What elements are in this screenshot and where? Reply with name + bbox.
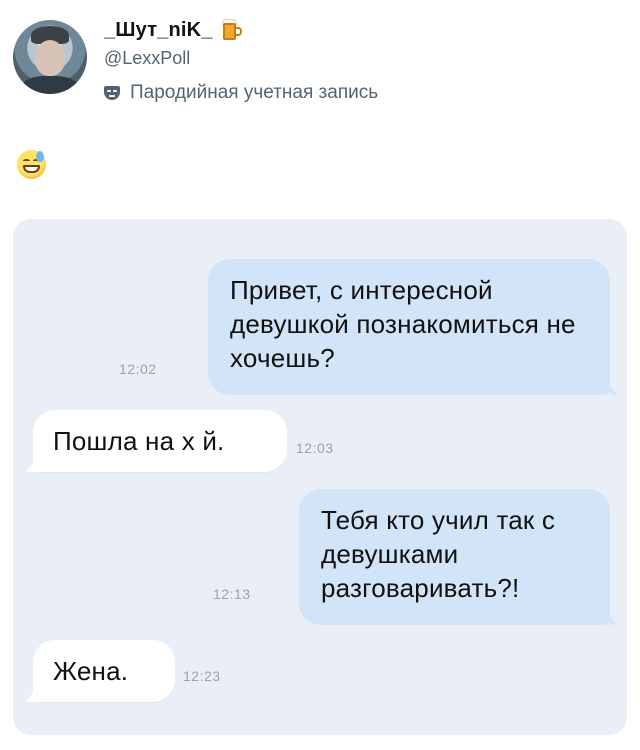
message-time: 12:13 [213, 586, 251, 602]
avatar-face [35, 40, 65, 76]
message-bubble-incoming: Пошла на х й. [33, 410, 287, 472]
chat-screenshot-image[interactable]: Привет, с интересной девушкой познакомит… [13, 219, 627, 735]
message-time: 12:02 [119, 361, 157, 377]
sweat-smile-emoji-icon [17, 150, 46, 179]
avatar[interactable] [13, 20, 87, 94]
beer-mug-icon [221, 18, 243, 42]
name-row[interactable]: _Шут_niK_ [104, 18, 243, 42]
tweet-header: _Шут_niK_ @LexxPoll Пародийная учетная з… [13, 16, 613, 116]
display-name[interactable]: _Шут_niK_ [104, 19, 213, 42]
avatar-shirt [21, 76, 79, 94]
message-bubble-outgoing: Тебя кто учил так с девушками разговарив… [299, 489, 610, 625]
message-bubble-outgoing: Привет, с интересной девушкой познакомит… [208, 259, 610, 395]
message-time: 12:03 [296, 440, 334, 456]
parody-label: Пародийная учетная запись [130, 82, 379, 103]
user-handle[interactable]: @LexxPoll [104, 48, 190, 69]
message-time: 12:23 [183, 668, 221, 684]
parody-label-row: Пародийная учетная запись [104, 82, 378, 104]
message-bubble-incoming: Жена. [33, 640, 175, 702]
mask-icon [104, 85, 120, 101]
